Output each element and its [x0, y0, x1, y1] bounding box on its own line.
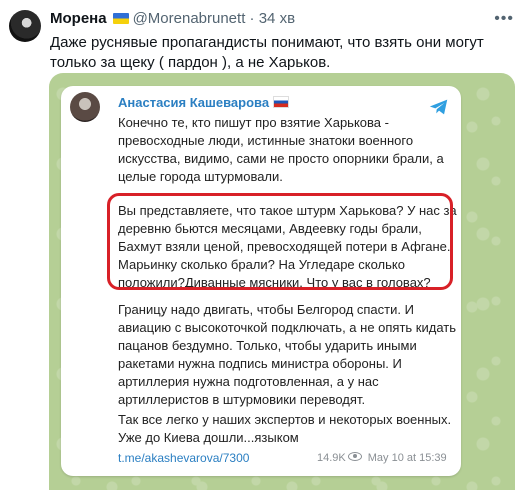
red-highlight-box [107, 193, 453, 290]
post-meta: 14.9K May 10 at 15:39 [317, 452, 447, 464]
message-paragraph-3: Границу надо двигать, чтобы Белгород спа… [118, 302, 457, 407]
ukraine-flag-icon [112, 13, 129, 24]
tweet-text: Даже руснявые пропагандисты понимают, чт… [50, 34, 484, 71]
message-paragraph-1: Конечно те, кто пишут про взятие Харьков… [118, 115, 444, 184]
views-count: 14.9K [317, 452, 346, 464]
separator-dot: · [249, 10, 255, 27]
channel-avatar [70, 92, 100, 122]
more-dots-icon[interactable]: ••• [494, 10, 514, 28]
channel-name: Анастасия Кашеварова [118, 95, 270, 110]
russia-flag-icon [273, 96, 290, 108]
eye-icon [347, 452, 362, 461]
author-name[interactable]: Морена [50, 10, 107, 27]
post-time[interactable]: 34 хв [259, 10, 295, 27]
author-line: Морена @Morenabrunett · 34 хв [50, 10, 295, 27]
channel-name-line: Анастасия Кашеварова [118, 95, 290, 110]
post-date: May 10 at 15:39 [367, 452, 447, 464]
message-paragraph-4: Так все легко у наших экспертов и некото… [118, 412, 452, 445]
post-link[interactable]: t.me/akashevarova/7300 [118, 451, 249, 465]
author-handle[interactable]: @Morenabrunett [133, 10, 246, 27]
tweet-header: Морена @Morenabrunett · 34 хв ••• Даже ру… [0, 0, 524, 71]
author-avatar[interactable] [9, 10, 41, 42]
